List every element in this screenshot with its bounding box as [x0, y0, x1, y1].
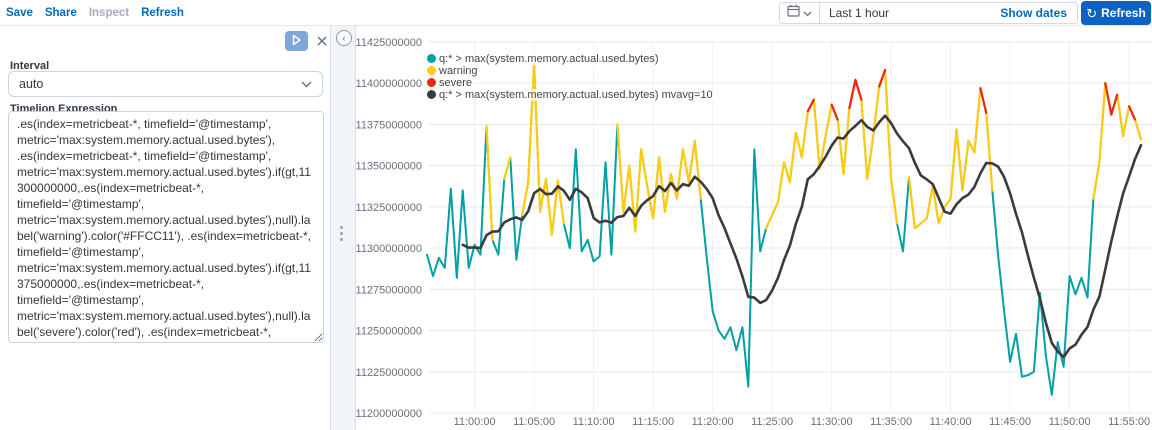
svg-text:11375000000: 11375000000 [356, 119, 422, 131]
svg-text:11:25:00: 11:25:00 [751, 416, 793, 428]
svg-text:11300000000: 11300000000 [356, 243, 422, 255]
refresh-button-label: Refresh [1101, 6, 1146, 20]
legend-item[interactable]: severe [427, 76, 477, 89]
legend-series-dot [427, 78, 436, 88]
svg-text:11400000000: 11400000000 [356, 78, 422, 90]
quick-select-button[interactable] [780, 3, 820, 23]
legend-series-label: warning [439, 64, 478, 77]
close-icon[interactable] [314, 33, 330, 49]
time-range-value[interactable]: Last 1 hour [820, 6, 1000, 20]
svg-text:11:45:00: 11:45:00 [989, 416, 1031, 428]
svg-text:11:50:00: 11:50:00 [1049, 416, 1091, 428]
chevron-down-icon [301, 77, 312, 91]
inspect-button[interactable]: Inspect [89, 7, 129, 19]
refresh-link[interactable]: Refresh [141, 7, 184, 19]
svg-text:11:05:00: 11:05:00 [513, 416, 555, 428]
refresh-icon: ↻ [1086, 5, 1098, 21]
timelion-expression-input[interactable]: .es(index=metricbeat-*, timefield='@time… [8, 111, 324, 343]
interval-select[interactable]: auto [8, 71, 323, 97]
chart-panel: 11200000000 11225000000 11250000000 1127500… [355, 26, 1152, 430]
svg-text:11:35:00: 11:35:00 [870, 416, 912, 428]
play-button[interactable] [285, 31, 308, 51]
refresh-button[interactable]: ↻ Refresh [1081, 1, 1151, 25]
legend-item[interactable]: q:* > max(system.memory.actual.used.byte… [427, 53, 663, 65]
svg-text:11:40:00: 11:40:00 [930, 416, 972, 428]
chevron-down-icon [803, 4, 812, 22]
svg-text:11:00:00: 11:00:00 [454, 416, 496, 428]
svg-text:11325000000: 11325000000 [356, 202, 422, 214]
svg-text:11:30:00: 11:30:00 [811, 416, 853, 428]
svg-text:11200000000: 11200000000 [356, 408, 422, 420]
expression-editor-panel: Interval auto Timelion Expression .es(in… [0, 26, 331, 430]
svg-text:11:20:00: 11:20:00 [692, 416, 734, 428]
svg-text:11:55:00: 11:55:00 [1108, 416, 1150, 428]
drag-handle-icon[interactable] [340, 226, 343, 241]
legend-series-label: q:* > max(system.memory.actual.used.byte… [439, 52, 659, 65]
svg-text:11:10:00: 11:10:00 [573, 416, 615, 428]
legend-series-dot [427, 66, 436, 76]
legend-item[interactable]: warning [427, 65, 482, 77]
play-icon [291, 34, 302, 49]
collapse-panel-icon[interactable]: ‹ [336, 30, 352, 46]
nav-links: Save Share Inspect Refresh [6, 0, 184, 26]
calendar-icon [787, 4, 800, 22]
legend-series-dot [427, 90, 436, 100]
time-range-picker: Last 1 hour Show dates [779, 2, 1078, 24]
chart-legend: q:* > max(system.memory.actual.used.byte… [427, 53, 717, 101]
legend-series-label: severe [439, 76, 473, 89]
save-button[interactable]: Save [6, 7, 33, 19]
svg-text:11275000000: 11275000000 [356, 284, 422, 296]
svg-text:11250000000: 11250000000 [356, 326, 422, 338]
timelion-app: Save Share Inspect Refresh Last 1 hour S… [0, 0, 1152, 430]
top-nav: Save Share Inspect Refresh Last 1 hour S… [0, 0, 1152, 26]
panel-splitter[interactable]: ‹ [331, 26, 355, 430]
svg-text:11:15:00: 11:15:00 [632, 416, 674, 428]
show-dates-link[interactable]: Show dates [1000, 6, 1077, 20]
legend-series-label: q:* > max(system.memory.actual.used.byte… [439, 88, 713, 101]
svg-text:11350000000: 11350000000 [356, 161, 422, 173]
svg-text:11425000000: 11425000000 [356, 37, 422, 49]
legend-item[interactable]: q:* > max(system.memory.actual.used.byte… [427, 89, 717, 101]
legend-series-dot [427, 54, 436, 64]
svg-text:11225000000: 11225000000 [356, 367, 422, 379]
share-button[interactable]: Share [45, 7, 77, 19]
interval-value: auto [19, 77, 44, 91]
